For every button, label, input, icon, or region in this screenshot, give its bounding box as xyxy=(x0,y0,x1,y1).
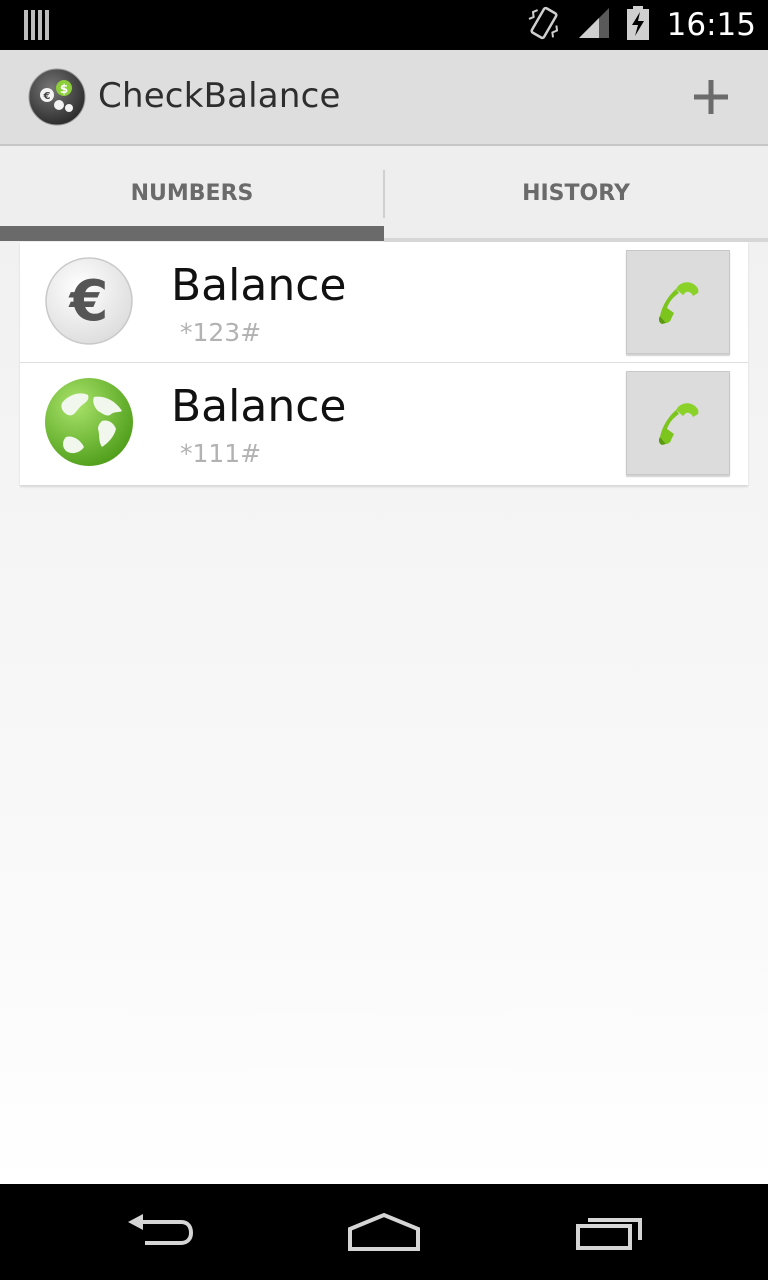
plus-icon xyxy=(694,80,728,114)
svg-text:€: € xyxy=(68,269,109,334)
call-button[interactable] xyxy=(626,371,730,475)
action-bar: € $ CheckBalance xyxy=(0,50,768,146)
entry-code: *111# xyxy=(180,439,262,468)
svg-text:$: $ xyxy=(60,82,68,96)
app-title: CheckBalance xyxy=(98,76,341,116)
euro-icon: € xyxy=(44,256,134,346)
back-button[interactable] xyxy=(110,1204,210,1260)
numbers-list-area: € Balance *123# Balance *111# xyxy=(0,242,768,1184)
phone-icon xyxy=(658,282,699,324)
home-button[interactable] xyxy=(334,1204,434,1260)
entry-name: Balance xyxy=(171,260,347,311)
phone-icon xyxy=(658,403,699,445)
numbers-list: € Balance *123# Balance *111# xyxy=(20,242,748,485)
add-button[interactable] xyxy=(686,72,736,122)
tab-bar: NUMBERS HISTORY xyxy=(0,146,768,242)
battery-charging-icon xyxy=(626,6,649,44)
svg-text:€: € xyxy=(43,91,51,102)
status-clock: 16:15 xyxy=(666,7,756,43)
recent-apps-icon xyxy=(576,1218,642,1250)
recent-apps-button[interactable] xyxy=(560,1204,660,1260)
notification-bars-icon xyxy=(24,10,50,44)
status-bar: 16:15 xyxy=(0,0,768,50)
tab-selected-indicator xyxy=(0,226,384,241)
tab-numbers-label: NUMBERS xyxy=(130,180,254,206)
list-item[interactable]: Balance *111# xyxy=(20,363,748,485)
signal-icon xyxy=(578,8,609,42)
entry-code: *123# xyxy=(180,318,262,347)
call-button[interactable] xyxy=(626,250,730,354)
home-icon xyxy=(348,1212,420,1251)
tab-history[interactable]: HISTORY xyxy=(384,146,768,242)
globe-icon xyxy=(44,377,134,467)
list-item[interactable]: € Balance *123# xyxy=(20,242,748,363)
tab-history-label: HISTORY xyxy=(522,180,630,206)
vibrate-icon xyxy=(527,5,561,45)
app-logo-icon: € $ xyxy=(28,68,86,126)
back-icon xyxy=(128,1214,194,1245)
navigation-bar xyxy=(0,1184,768,1280)
entry-name: Balance xyxy=(171,381,347,432)
